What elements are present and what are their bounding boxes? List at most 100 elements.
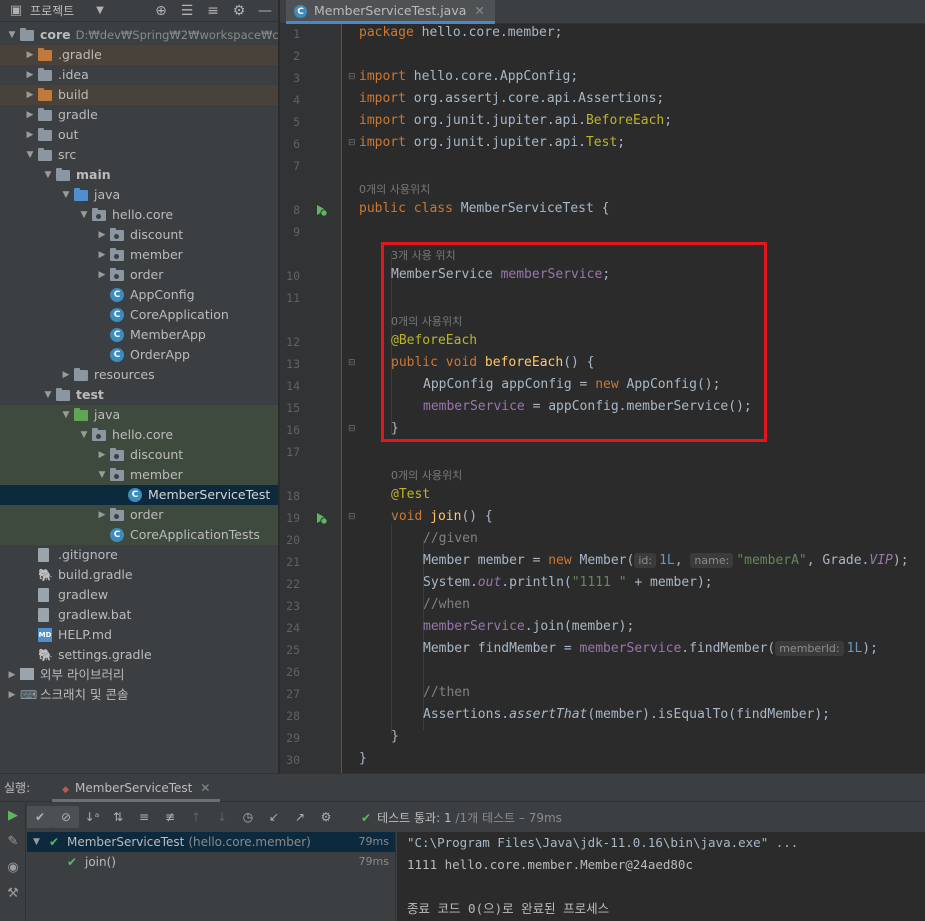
camera-icon[interactable]: ◉	[0, 855, 26, 881]
export-icon[interactable]: ↗	[287, 806, 313, 828]
chevron-down-icon[interactable]: ▼	[96, 5, 104, 16]
chevron-down-icon[interactable]: ▼	[42, 165, 54, 185]
previous-icon[interactable]: ↑	[183, 806, 209, 828]
chevron-right-icon[interactable]: ▶	[96, 505, 108, 525]
wrench-icon[interactable]: ⚒	[0, 881, 26, 907]
test-result-row[interactable]: ▼ ✔ MemberServiceTest (hello.core.member) 79…	[27, 832, 395, 852]
fold-icon[interactable]: ⊟	[348, 512, 356, 522]
tree-item[interactable]: ▶ resources	[0, 365, 278, 385]
collapse-all-icon[interactable]: ≢	[157, 806, 183, 828]
tree-item[interactable]: ▼ java	[0, 185, 278, 205]
tree-item[interactable]: C MemberServiceTest	[0, 485, 278, 505]
tree-item[interactable]: ▶ discount	[0, 445, 278, 465]
gear-icon[interactable]: ⚙	[313, 806, 339, 828]
chevron-right-icon[interactable]: ▶	[60, 365, 72, 385]
chevron-down-icon[interactable]: ▼	[6, 25, 18, 45]
chevron-down-icon[interactable]: ▼	[78, 205, 90, 225]
tree-item[interactable]: 🐘 settings.gradle	[0, 645, 278, 665]
expand-all-icon[interactable]: ☰	[174, 3, 200, 19]
chevron-down-icon[interactable]: ▼	[60, 405, 72, 425]
tree-item[interactable]: ▼ core D:₩dev₩Spring₩2₩workspace₩core	[0, 25, 278, 45]
chevron-right-icon[interactable]: ▶	[24, 65, 36, 85]
tree-item[interactable]: ▶ order	[0, 505, 278, 525]
show-passed-icon[interactable]: ✔	[27, 806, 53, 828]
tree-item[interactable]: ▼ java	[0, 405, 278, 425]
project-view-title[interactable]: 프로젝트	[30, 2, 74, 19]
tree-item[interactable]: ▶ gradle	[0, 105, 278, 125]
line-number: 24	[286, 621, 300, 635]
tree-item[interactable]: ▼ hello.core	[0, 205, 278, 225]
next-icon[interactable]: ↓	[209, 806, 235, 828]
tree-item[interactable]: ▶ ⌨ 스크래치 및 콘솔	[0, 685, 278, 705]
tree-item[interactable]: 🐘 build.gradle	[0, 565, 278, 585]
chevron-right-icon[interactable]: ▶	[96, 245, 108, 265]
chevron-right-icon[interactable]: ▶	[96, 225, 108, 245]
usage-hint[interactable]: 0개의 사용위치	[391, 467, 462, 483]
chevron-down-icon[interactable]: ▼	[42, 385, 54, 405]
tree-item[interactable]: C AppConfig	[0, 285, 278, 305]
chevron-right-icon[interactable]: ▶	[24, 85, 36, 105]
tree-item[interactable]: gradlew	[0, 585, 278, 605]
tree-item[interactable]: ▶ member	[0, 245, 278, 265]
tree-item[interactable]: ▶ 외부 라이브러리	[0, 665, 278, 685]
tree-item[interactable]: ▶ build	[0, 85, 278, 105]
chevron-down-icon[interactable]: ▼	[24, 145, 36, 165]
locate-icon[interactable]: ⊕	[148, 3, 174, 19]
test-result-row[interactable]: ✔ join() 79ms	[27, 852, 395, 872]
fold-icon[interactable]: ⊟	[348, 72, 356, 82]
tree-item[interactable]: ▶ out	[0, 125, 278, 145]
chevron-right-icon[interactable]: ▶	[6, 685, 18, 705]
tree-item[interactable]: ▶ .idea	[0, 65, 278, 85]
tree-item[interactable]: C CoreApplicationTests	[0, 525, 278, 545]
sort-duration-icon[interactable]: ⇅	[105, 806, 131, 828]
run-test-icon[interactable]	[313, 510, 329, 526]
tree-item[interactable]: gradlew.bat	[0, 605, 278, 625]
tree-item[interactable]: ▶ order	[0, 265, 278, 285]
history-icon[interactable]: ◷	[235, 806, 261, 828]
indent-guide	[423, 540, 424, 730]
import-icon[interactable]: ↙	[261, 806, 287, 828]
gear-icon[interactable]: ⚙	[226, 3, 252, 19]
chevron-down-icon[interactable]: ▼	[60, 185, 72, 205]
fold-icon[interactable]: ⊟	[348, 358, 356, 368]
close-icon[interactable]: ✕	[200, 781, 210, 795]
tree-item[interactable]: ▶ discount	[0, 225, 278, 245]
run-test-icon[interactable]	[313, 202, 329, 218]
tree-item[interactable]: ▼ hello.core	[0, 425, 278, 445]
expand-all-icon[interactable]: ≡	[131, 806, 157, 828]
tab-memberservicetest[interactable]: C MemberServiceTest.java ✕	[286, 0, 495, 24]
sort-alpha-icon[interactable]: ↓ᵃ	[79, 806, 105, 828]
tree-item[interactable]: C CoreApplication	[0, 305, 278, 325]
chevron-right-icon[interactable]: ▶	[96, 265, 108, 285]
show-ignored-icon[interactable]: ⊘	[53, 806, 79, 828]
chevron-right-icon[interactable]: ▶	[24, 125, 36, 145]
tree-item[interactable]: ▼ src	[0, 145, 278, 165]
tree-item[interactable]: MD HELP.md	[0, 625, 278, 645]
chevron-right-icon[interactable]: ▶	[24, 45, 36, 65]
chevron-down-icon[interactable]: ▼	[96, 465, 108, 485]
tree-item[interactable]: ▼ main	[0, 165, 278, 185]
debug-icon[interactable]: ✎	[0, 829, 26, 855]
code-editor[interactable]: 1 2 3 4 5 6 7 8 9 10 11 12 13 14 15 16 17 18 19 20 21 22 23 24 2…	[280, 24, 925, 773]
fold-icon[interactable]: ⊟	[348, 138, 356, 148]
tree-item[interactable]: ▶ .gradle	[0, 45, 278, 65]
folder-icon	[74, 368, 88, 381]
console-output[interactable]: "C:\Program Files\Java\jdk-11.0.16\bin\j…	[397, 832, 925, 921]
tree-item[interactable]: C OrderApp	[0, 345, 278, 365]
fold-icon[interactable]: ⊟	[348, 424, 356, 434]
chevron-down-icon[interactable]: ▼	[33, 832, 40, 852]
chevron-right-icon[interactable]: ▶	[6, 665, 18, 685]
rerun-icon[interactable]: ▶	[0, 803, 26, 829]
close-icon[interactable]: ✕	[474, 3, 484, 18]
run-tab[interactable]: ◆ MemberServiceTest ✕	[52, 774, 221, 802]
hide-icon[interactable]: —	[252, 3, 278, 19]
collapse-all-icon[interactable]: ≡	[200, 3, 226, 19]
chevron-right-icon[interactable]: ▶	[96, 445, 108, 465]
chevron-down-icon[interactable]: ▼	[78, 425, 90, 445]
usage-hint[interactable]: 0개의 사용위치	[359, 181, 430, 197]
tree-item[interactable]: .gitignore	[0, 545, 278, 565]
tree-item[interactable]: ▼ test	[0, 385, 278, 405]
chevron-right-icon[interactable]: ▶	[24, 105, 36, 125]
tree-item[interactable]: ▼ member	[0, 465, 278, 485]
tree-item[interactable]: C MemberApp	[0, 325, 278, 345]
